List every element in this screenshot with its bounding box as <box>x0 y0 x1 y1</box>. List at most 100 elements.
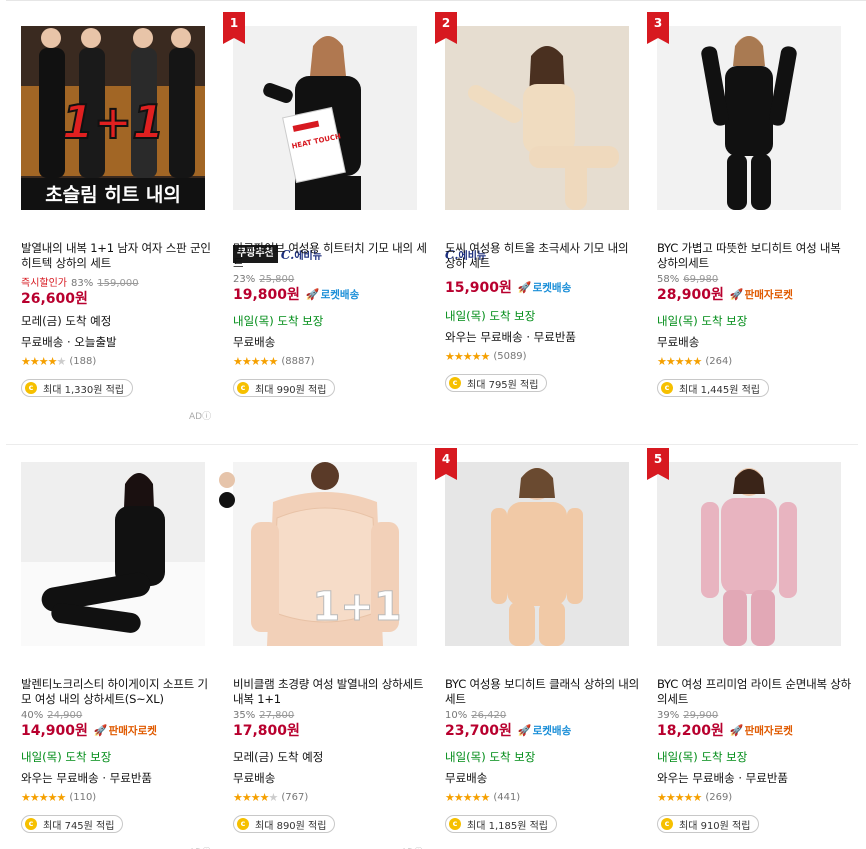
rocket-delivery-badge: 🚀 로켓배송 <box>518 721 571 741</box>
product-card[interactable]: 1+1 비비클램 초경량 여성 발열내의 상하세트 내복 1+1 35% 27,800… <box>219 462 433 849</box>
product-title[interactable]: 발렌티노크리스티 하이게이지 소프트 기모 여성 내의 상하세트(S~XL) <box>21 677 217 707</box>
product-card[interactable]: 5 BYC 여성 프리미엄 라이트 순면내복 상하의세트 39% 29,900 18,2… <box>647 448 857 849</box>
delivery-eta: 내일(목) 도착 보장 <box>445 309 536 323</box>
original-price: 24,900 <box>47 710 83 721</box>
sale-price: 26,600원 <box>21 289 139 309</box>
color-swatch-black[interactable] <box>219 492 235 508</box>
image-overlay-text: 1+1 <box>312 584 401 630</box>
product-title[interactable]: BYC 가볍고 따뜻한 보디히트 여성 내복 상하의세트 <box>657 241 853 271</box>
product-thumbnail[interactable] <box>21 462 205 646</box>
info-icon: ⓘ <box>202 412 212 422</box>
rating-stars: ★★★★★ <box>233 791 278 804</box>
seller-rocket-badge: 🚀 판매자로켓 <box>730 285 793 305</box>
rank-badge: 3 <box>647 12 669 44</box>
cashback-badge: c 최대 795원 적립 <box>445 374 548 392</box>
product-card[interactable]: 발렌티노크리스티 하이게이지 소프트 기모 여성 내의 상하세트(S~XL) 40… <box>21 462 221 849</box>
cashback-label: 최대 890원 적립 <box>255 820 327 832</box>
ad-indicator[interactable]: ADⓘ <box>401 845 423 849</box>
rating: ★★★★★ (110) <box>21 791 96 804</box>
product-thumbnail[interactable]: 1+1 초슬림 히트 내의 <box>21 26 205 210</box>
product-title[interactable]: BYC 여성 프리미엄 라이트 순면내복 상하의세트 <box>657 677 853 707</box>
rank-number: 5 <box>653 452 663 466</box>
sale-price: 23,700원 🚀 로켓배송 <box>445 721 571 741</box>
product-thumbnail[interactable]: HEAT TOUCH <box>233 26 417 210</box>
discount-rate: 39% <box>657 710 680 721</box>
discount-rate: 10% <box>445 710 468 721</box>
rating: ★★★★★ (441) <box>445 791 520 804</box>
delivery-eta: 내일(목) 도착 보장 <box>445 750 536 764</box>
sale-price-value: 19,800원 <box>233 287 300 303</box>
shipping-info: 와우는 무료배송 · 무료반품 <box>445 330 577 344</box>
rocket-icon: 🚀 <box>729 724 744 737</box>
product-card[interactable]: 3 BYC 가볍고 따뜻한 보디히트 여성 내복 상하의세트 58% 69,980 28… <box>647 12 857 436</box>
discount-line: 39% 29,900 <box>657 710 793 721</box>
sale-price-value: 15,900원 <box>445 280 512 296</box>
coin-icon: c <box>25 382 37 394</box>
shipping-info: 무료배송 <box>445 771 488 785</box>
review-count: (264) <box>705 356 733 367</box>
original-price: 29,900 <box>683 710 719 721</box>
shipping-info: 무료배송 <box>233 771 276 785</box>
product-card[interactable]: 4 BYC 여성용 보디히트 클래식 상하의 내의 세트 10% 26,420 23,7… <box>435 448 645 849</box>
coin-icon: c <box>661 382 673 394</box>
cashback-label: 최대 990원 적립 <box>255 384 327 396</box>
rank-badge: 5 <box>647 448 669 480</box>
rating: ★★★★★ (767) <box>233 791 308 804</box>
discount-rate: 35% <box>233 710 256 721</box>
rating-stars: ★★★★★ <box>445 350 490 363</box>
sale-price: 28,900원 🚀 판매자로켓 <box>657 285 793 305</box>
product-thumbnail[interactable]: 1+1 <box>233 462 417 646</box>
original-price: 159,000 <box>97 278 139 289</box>
product-thumbnail[interactable] <box>657 462 841 646</box>
cashback-badge: c 최대 990원 적립 <box>233 379 336 397</box>
ad-indicator[interactable]: ADⓘ <box>189 409 211 422</box>
delivery-eta: 내일(목) 도착 보장 <box>657 314 748 328</box>
cashback-badge: c 최대 1,445원 적립 <box>657 379 769 397</box>
cashback-label: 최대 745원 적립 <box>43 820 115 832</box>
shipping-info: 무료배송 <box>657 335 700 349</box>
cashback-badge: c 최대 890원 적립 <box>233 815 336 833</box>
price-block: 39% 29,900 18,200원 🚀 판매자로켓 <box>657 710 793 741</box>
rating-stars: ★★★★★ <box>657 791 702 804</box>
sale-price: 14,900원 🚀 판매자로켓 <box>21 721 157 741</box>
product-title[interactable]: 마르파이브 여성용 히트터치 기모 내의 세트 <box>233 241 429 271</box>
price-block: 즉시할인가 83% 159,000 26,600원 <box>21 274 139 309</box>
price-block: 23% 25,800 19,800원 🚀 로켓배송 <box>233 274 359 305</box>
price-block: 58% 69,980 28,900원 🚀 판매자로켓 <box>657 274 793 305</box>
product-thumbnail[interactable] <box>445 462 629 646</box>
original-price: 69,980 <box>683 274 719 285</box>
cashback-badge: c 최대 910원 적립 <box>657 815 760 833</box>
price-block: 40% 24,900 14,900원 🚀 판매자로켓 <box>21 710 157 741</box>
rank-number: 4 <box>441 452 451 466</box>
discount-line: 40% 24,900 <box>21 710 157 721</box>
product-thumbnail[interactable] <box>657 26 841 210</box>
product-image: HEAT TOUCH <box>233 26 417 210</box>
cashback-label: 최대 795원 적립 <box>467 379 539 391</box>
coin-icon: c <box>25 818 37 830</box>
rank-badge: 2 <box>435 12 457 44</box>
product-title[interactable]: BYC 여성용 보디히트 클래식 상하의 내의 세트 <box>445 677 641 707</box>
product-card[interactable]: 2 C.에비뉴 도씨 여성용 히트올 초극세사 기모 내의 상하 세트 15,900원… <box>435 12 645 436</box>
rank-number: 3 <box>653 16 663 30</box>
discount-label: 즉시할인가 <box>21 278 67 289</box>
product-card[interactable]: HEAT TOUCH 1 쿠팡추천 C.에비뉴 마르파이브 여성용 히트터치 기모 내의… <box>223 12 433 436</box>
cashback-badge: c 최대 1,330원 적립 <box>21 379 133 397</box>
rocket-icon: 🚀 <box>729 288 744 301</box>
shipping-info: 와우는 무료배송 · 무료반품 <box>657 771 789 785</box>
product-card[interactable]: 1+1 초슬림 히트 내의발열내의 내복 1+1 남자 여자 스판 군인 히트텍 … <box>21 26 221 436</box>
discount-rate: 23% <box>233 274 256 285</box>
sale-price: 18,200원 🚀 판매자로켓 <box>657 721 793 741</box>
color-swatch-beige[interactable] <box>219 472 235 488</box>
product-image <box>445 26 629 210</box>
product-thumbnail[interactable] <box>445 26 629 210</box>
product-title[interactable]: 발열내의 내복 1+1 남자 여자 스판 군인 히트텍 상하의 세트 <box>21 241 217 271</box>
product-title[interactable]: 비비클램 초경량 여성 발열내의 상하세트 내복 1+1 <box>233 677 429 707</box>
shipping-tag-label: 로켓배송 <box>532 282 572 294</box>
product-title[interactable]: 도씨 여성용 히트올 초극세사 기모 내의 상하 세트 <box>445 241 641 271</box>
rating: ★★★★★ (8887) <box>233 355 315 368</box>
ad-indicator[interactable]: ADⓘ <box>189 845 211 849</box>
rocket-icon: 🚀 <box>517 724 532 737</box>
rating: ★★★★★ (269) <box>657 791 732 804</box>
discount-rate: 83% <box>71 278 94 289</box>
coin-icon: c <box>449 818 461 830</box>
